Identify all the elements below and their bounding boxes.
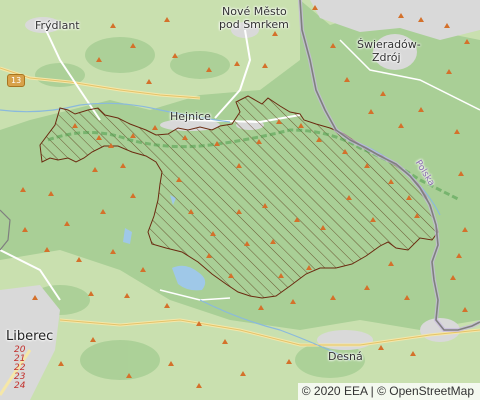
map-tiles xyxy=(0,0,480,400)
place-label-desna[interactable]: Desná xyxy=(328,351,363,363)
eea-attribution-link[interactable]: © 2020 EEA xyxy=(302,384,368,398)
place-label-hejnice[interactable]: Hejnice xyxy=(170,111,211,123)
map-attribution: © 2020 EEA | © OpenStreetMap xyxy=(297,383,480,400)
place-label-liberec[interactable]: Liberec xyxy=(6,330,53,343)
map-view[interactable]: Frýdlant Nové Město pod Smrkem Świeradów… xyxy=(0,0,480,400)
attribution-separator: | xyxy=(370,384,374,398)
route-number-list: 20 21 22 23 24 xyxy=(14,346,25,391)
route-number: 24 xyxy=(14,381,26,391)
place-label-pod-smrkem[interactable]: pod Smrkem xyxy=(219,19,289,31)
place-label-frydlant[interactable]: Frýdlant xyxy=(35,20,80,32)
place-label-nove-mesto[interactable]: Nové Město xyxy=(222,6,287,18)
place-label-zdroj[interactable]: Zdrój xyxy=(372,52,401,64)
osm-attribution-link[interactable]: © OpenStreetMap xyxy=(377,384,474,398)
place-label-swieradow[interactable]: Świeradów- xyxy=(357,39,421,51)
route-shield: 13 xyxy=(7,74,26,87)
